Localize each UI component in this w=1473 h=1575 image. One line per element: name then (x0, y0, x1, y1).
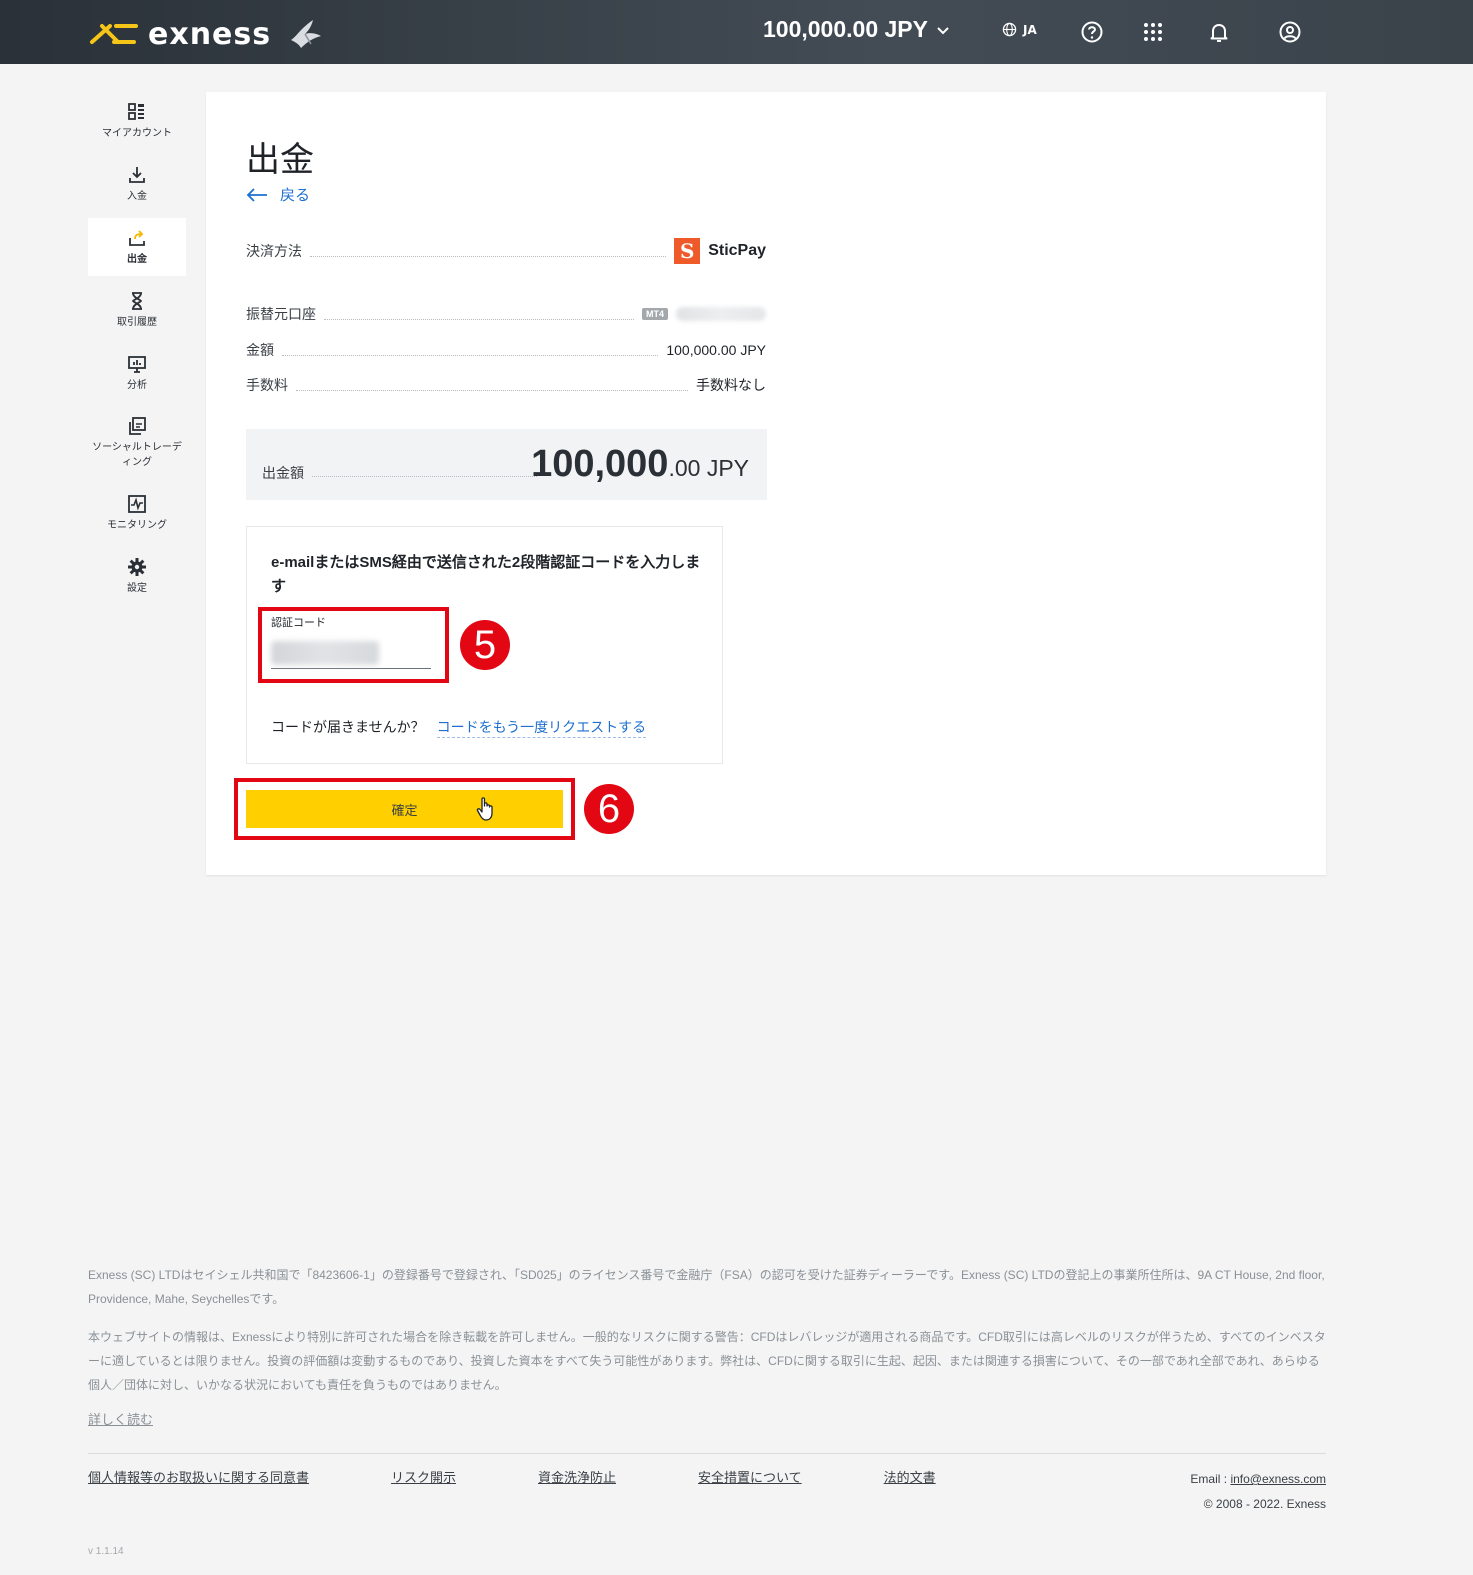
account-label: 振替元口座 (246, 306, 316, 322)
sidebar-item-deposit[interactable]: 入金 (88, 155, 186, 213)
download-icon (129, 166, 145, 183)
fee-value: 手数料なし (696, 377, 766, 393)
account-number-redacted (676, 307, 766, 321)
gear-icon (128, 557, 146, 576)
read-more-link[interactable]: 詳しく読む (88, 1409, 153, 1428)
payment-method-label: 決済方法 (246, 243, 302, 259)
dove-icon (291, 20, 322, 48)
verification-instructions: e-mailまたはSMS経由で送信された2段階認証コードを入力します (271, 554, 701, 595)
top-header: exness 100,000.00 JPY JA (0, 0, 1473, 64)
resend-code-link[interactable]: コードをもう一度リクエストする (436, 717, 647, 738)
sidebar-item-withdrawal[interactable]: 出金 (88, 218, 186, 276)
language-selector[interactable]: JA (1002, 22, 1037, 37)
sidebar-item-label: 分析 (127, 379, 147, 391)
email-link[interactable]: info@exness.com (1230, 1472, 1326, 1486)
language-code: JA (1023, 22, 1037, 37)
sidebar-item-label: 設定 (127, 582, 147, 594)
dotted-leader (282, 354, 659, 356)
sidebar-item-settings[interactable]: 設定 (88, 547, 186, 605)
apps-grid-icon[interactable] (1141, 20, 1165, 44)
exness-logo[interactable]: exness (88, 14, 325, 54)
footer-link-legal[interactable]: 法的文書 (884, 1467, 936, 1486)
payment-method-row: 決済方法 S SticPay (246, 238, 766, 264)
dotted-leader (312, 476, 537, 477)
step-badge-6: 6 (584, 784, 634, 834)
dotted-leader (324, 318, 634, 320)
balance-dropdown[interactable]: 100,000.00 JPY (763, 16, 950, 43)
footer: Exness (SC) LTDはセイシェル共和国で「8423606-1」の登録番… (88, 1263, 1326, 1511)
help-icon[interactable] (1080, 20, 1104, 44)
sidebar-item-my-account[interactable]: マイアカウント (88, 92, 186, 150)
upload-icon (129, 229, 145, 246)
account-row: 振替元口座 MT4 (246, 302, 766, 326)
withdrawal-total-box: 出金額 100,000.00 JPY (246, 429, 767, 500)
copyright: © 2008 - 2022. Exness (1203, 1497, 1326, 1511)
back-link[interactable]: 戻る (246, 184, 310, 205)
fee-label: 手数料 (246, 377, 288, 393)
footer-link-privacy[interactable]: 個人情報等のお取扱いに関する同意書 (88, 1467, 309, 1486)
arrow-left-icon (246, 187, 267, 202)
amount-label: 金額 (246, 342, 274, 358)
highlight-box-step5 (258, 607, 449, 683)
globe-icon (1002, 22, 1017, 37)
footer-contact: Email : info@exness.com © 2008 - 2022. E… (1190, 1467, 1326, 1517)
total-label: 出金額 (262, 465, 304, 481)
monitoring-icon (128, 494, 146, 513)
version-label: v 1.1.14 (88, 1546, 124, 1557)
footer-link-security[interactable]: 安全措置について (698, 1467, 802, 1486)
total-amount: 100,000.00 JPY (531, 443, 749, 486)
sidebar-item-label: ソーシャルトレーディング (92, 442, 182, 468)
exness-logo-icon (90, 24, 138, 44)
footer-links: 個人情報等のお取扱いに関する同意書 リスク開示 資金洗浄防止 安全措置について … (88, 1467, 936, 1486)
logo-text: exness (148, 16, 272, 52)
footer-link-risk[interactable]: リスク開示 (391, 1467, 456, 1486)
amount-value: 100,000.00 JPY (666, 342, 766, 358)
sidebar-item-analytics[interactable]: 分析 (88, 344, 186, 402)
sidebar-item-monitoring[interactable]: モニタリング (88, 484, 186, 542)
sidebar-item-trade-history[interactable]: 取引履歴 (88, 281, 186, 339)
resend-question: コードが届きませんか？ (271, 719, 425, 735)
bell-icon[interactable] (1207, 20, 1231, 44)
dotted-leader (296, 389, 688, 391)
page-title: 出金 (246, 140, 314, 180)
sidebar-item-label: 取引履歴 (117, 316, 157, 328)
fee-row: 手数料 手数料なし (246, 373, 766, 397)
sidebar: マイアカウント 入金 出金 取引履歴 分析 ソーシャルトレーディング モニタリン… (88, 92, 186, 610)
sidebar-item-label: 入金 (127, 190, 147, 202)
legal-text-2: 本ウェブサイトの情報は、Exnessにより特別に許可された場合を除き転載を許可し… (88, 1330, 1326, 1392)
back-label: 戻る (280, 186, 311, 204)
sticpay-logo-icon: S (674, 238, 701, 264)
email-label: Email : (1190, 1472, 1231, 1486)
payment-method-value: SticPay (708, 242, 766, 259)
sidebar-item-label: マイアカウント (102, 127, 172, 139)
sidebar-item-label: モニタリング (107, 519, 167, 531)
legal-text-1: Exness (SC) LTDはセイシェル共和国で「8423606-1」の登録番… (88, 1268, 1325, 1306)
mt4-badge: MT4 (642, 308, 668, 320)
highlight-box-step6 (234, 778, 575, 840)
hourglass-icon (132, 291, 142, 310)
resend-row: コードが届きませんか？ コードをもう一度リクエストする (271, 717, 647, 738)
total-amount-integer: 100,000 (531, 443, 669, 485)
balance-value: 100,000.00 JPY (763, 16, 928, 42)
dashboard-icon (128, 102, 144, 120)
footer-divider (88, 1453, 1326, 1454)
chevron-down-icon (937, 26, 949, 34)
analytics-icon (128, 355, 146, 373)
amount-row: 金額 100,000.00 JPY (246, 338, 766, 362)
copy-icon (129, 417, 146, 435)
user-account-icon[interactable] (1278, 20, 1302, 44)
sidebar-item-label: 出金 (127, 253, 147, 265)
sidebar-item-social-trading[interactable]: ソーシャルトレーディング (88, 407, 186, 479)
step-badge-5: 5 (460, 620, 510, 670)
footer-link-aml[interactable]: 資金洗浄防止 (538, 1467, 616, 1486)
total-amount-decimal: .00 JPY (668, 455, 749, 481)
withdrawal-card: 出金 戻る 決済方法 S SticPay 振替元口座 MT4 金額 100,00… (206, 92, 1326, 875)
dotted-leader (310, 255, 667, 257)
